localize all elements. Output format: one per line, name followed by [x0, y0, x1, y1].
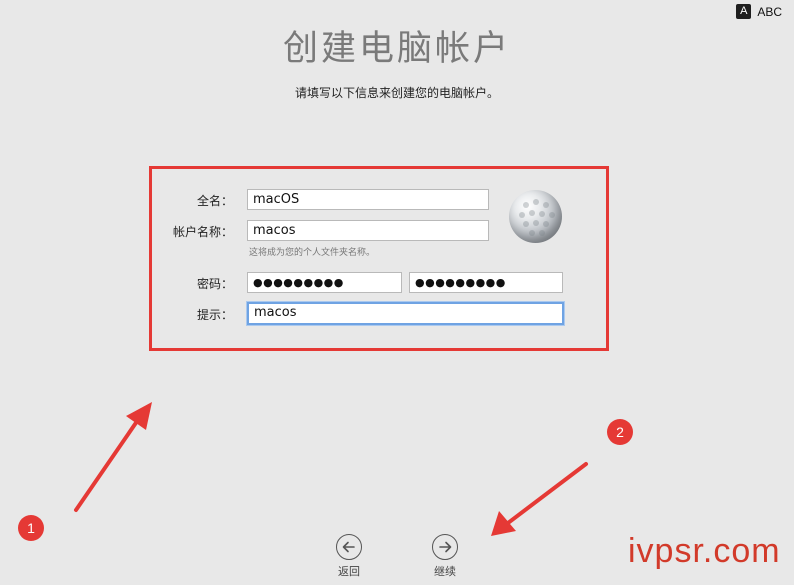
annotation-badge-2: 2 — [607, 419, 633, 445]
watermark: ivpsr.com — [628, 532, 781, 570]
annotation-arrows — [74, 402, 588, 536]
annotation-badge-1: 1 — [18, 515, 44, 541]
